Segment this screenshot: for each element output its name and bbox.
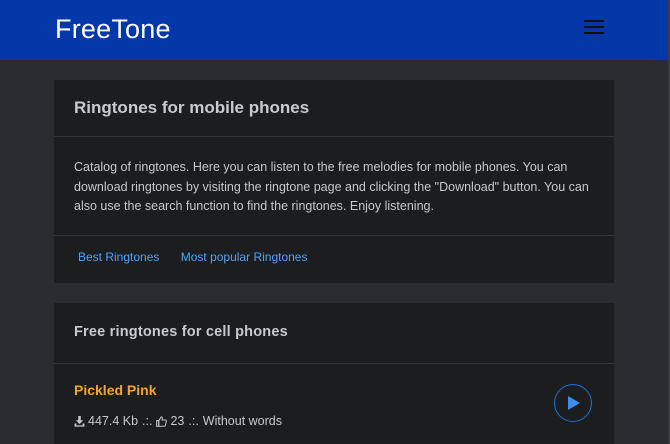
hamburger-line xyxy=(584,20,604,22)
best-ringtones-link[interactable]: Best Ringtones xyxy=(78,250,159,264)
divider xyxy=(54,136,614,137)
list-title: Free ringtones for cell phones xyxy=(74,324,288,340)
intro-title: Ringtones for mobile phones xyxy=(74,98,310,117)
ringtone-category: Without words xyxy=(202,414,282,428)
ringtone-title-link[interactable]: Pickled Pink xyxy=(74,382,156,398)
most-popular-ringtones-link[interactable]: Most popular Ringtones xyxy=(181,250,308,264)
play-icon xyxy=(568,396,580,410)
hamburger-line xyxy=(584,26,604,28)
meta-separator: .:. xyxy=(188,414,199,428)
file-size: 447.4 Kb xyxy=(88,414,139,428)
hamburger-line xyxy=(584,32,604,34)
ringtone-list-card: Free ringtones for cell phones Pickled P… xyxy=(54,303,614,444)
thumbs-up-icon xyxy=(156,415,168,427)
category-links: Best Ringtones Most popular Ringtones xyxy=(78,250,325,264)
ringtone-meta: 447.4 Kb .:. 23 .:. Without words xyxy=(74,414,282,428)
play-button[interactable] xyxy=(554,384,592,422)
download-icon xyxy=(74,415,85,427)
divider xyxy=(54,363,614,364)
intro-card: Ringtones for mobile phones Catalog of r… xyxy=(54,80,614,283)
brand-logo-link[interactable]: FreeTone xyxy=(55,14,171,45)
like-count: 23 xyxy=(170,414,185,428)
divider xyxy=(54,235,614,236)
top-navbar: FreeTone xyxy=(0,0,668,60)
hamburger-menu-icon[interactable] xyxy=(584,19,604,35)
intro-description: Catalog of ringtones. Here you can liste… xyxy=(74,160,589,213)
meta-separator: .:. xyxy=(142,414,153,428)
